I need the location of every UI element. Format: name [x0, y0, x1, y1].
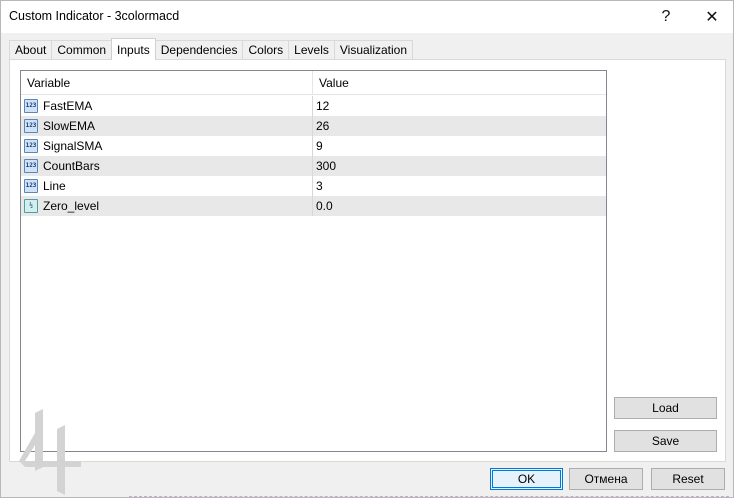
variable-name: SignalSMA [43, 139, 103, 153]
tab-common[interactable]: Common [51, 40, 113, 60]
cancel-button[interactable]: Отмена [569, 468, 643, 490]
inputs-grid: Variable Value 123 FastEMA 12 123 SlowEM… [20, 70, 607, 452]
save-button[interactable]: Save [614, 430, 717, 452]
bottom-dashed-divider [129, 496, 729, 497]
variable-name: Zero_level [43, 199, 100, 213]
title-bar: Custom Indicator - 3colormacd ? ✕ [1, 1, 733, 33]
load-button[interactable]: Load [614, 397, 717, 419]
variable-value[interactable]: 26 [316, 119, 329, 133]
close-button[interactable]: ✕ [689, 1, 734, 33]
variable-name: Line [43, 179, 66, 193]
ok-button-label: OK [517, 472, 536, 486]
table-row[interactable]: 123 SlowEMA 26 [21, 116, 606, 136]
variable-value[interactable]: 12 [316, 99, 329, 113]
variable-value[interactable]: 9 [316, 139, 323, 153]
cell-divider [312, 156, 313, 176]
cell-divider [312, 96, 313, 116]
table-row[interactable]: 123 CountBars 300 [21, 156, 606, 176]
column-divider[interactable] [312, 71, 313, 95]
grid-header: Variable Value [21, 71, 606, 95]
watermark-logo-icon [19, 409, 81, 495]
int-icon: 123 [24, 99, 38, 113]
variable-name: FastEMA [43, 99, 93, 113]
cell-divider [312, 196, 313, 216]
variable-name: SlowEMA [43, 119, 96, 133]
table-row[interactable]: 123 FastEMA 12 [21, 96, 606, 116]
table-row[interactable]: 123 SignalSMA 9 [21, 136, 606, 156]
int-icon: 123 [24, 179, 38, 193]
double-icon: ½ [24, 199, 38, 213]
table-row[interactable]: ½ Zero_level 0.0 [21, 196, 606, 216]
table-row[interactable]: 123 Line 3 [21, 176, 606, 196]
cell-divider [312, 116, 313, 136]
cell-divider [312, 176, 313, 196]
window-title: Custom Indicator - 3colormacd [9, 9, 180, 23]
custom-indicator-dialog: Custom Indicator - 3colormacd ? ✕ About … [0, 0, 734, 498]
help-button[interactable]: ? [643, 1, 689, 33]
int-icon: 123 [24, 159, 38, 173]
variable-value[interactable]: 3 [316, 179, 323, 193]
tab-strip: About Common Inputs Dependencies Colors … [9, 38, 414, 60]
int-icon: 123 [24, 119, 38, 133]
variable-name: CountBars [43, 159, 100, 173]
tab-inputs[interactable]: Inputs [111, 38, 156, 60]
int-icon: 123 [24, 139, 38, 153]
tab-levels[interactable]: Levels [288, 40, 335, 60]
tab-colors[interactable]: Colors [242, 40, 290, 60]
ok-button[interactable]: OK [490, 468, 563, 490]
reset-button[interactable]: Reset [651, 468, 725, 490]
column-header-variable[interactable]: Variable [27, 76, 70, 90]
variable-value[interactable]: 0.0 [316, 199, 333, 213]
tab-about[interactable]: About [9, 40, 53, 60]
tab-visualization[interactable]: Visualization [333, 40, 414, 60]
tab-dependencies[interactable]: Dependencies [154, 40, 244, 60]
cell-divider [312, 136, 313, 156]
column-header-value[interactable]: Value [319, 76, 349, 90]
variable-value[interactable]: 300 [316, 159, 336, 173]
